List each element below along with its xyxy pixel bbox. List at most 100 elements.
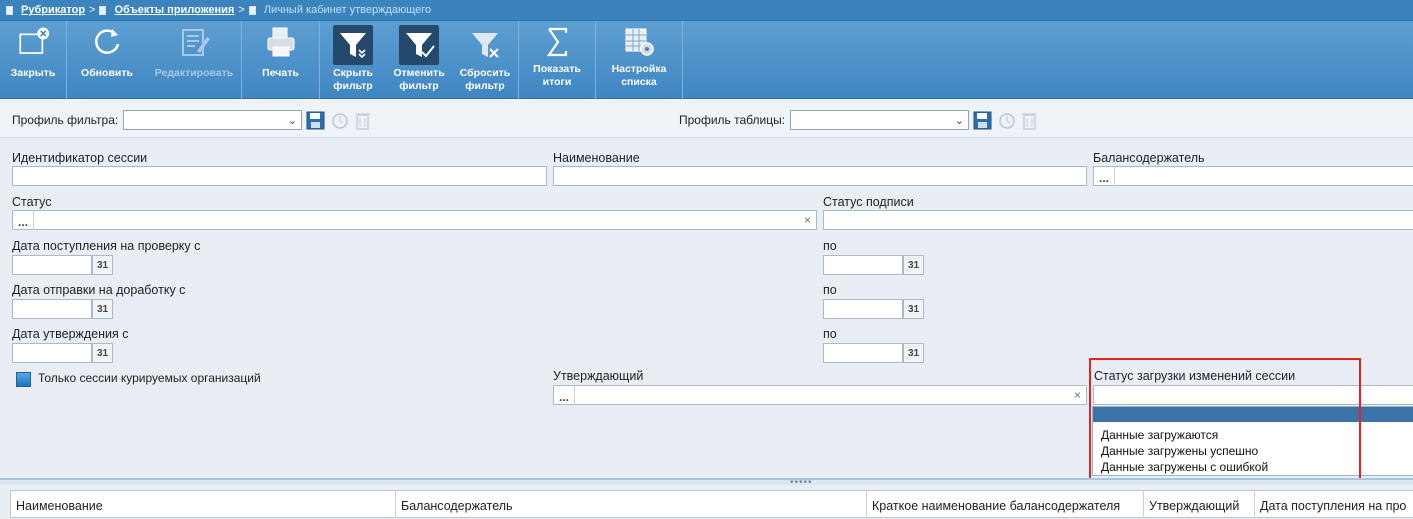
approved-from-date[interactable]: 31: [12, 343, 113, 363]
filter-profile-select[interactable]: ⌄: [123, 110, 302, 130]
calendar-icon[interactable]: 31: [92, 343, 113, 363]
chevron-down-icon[interactable]: ⌄: [288, 114, 297, 127]
received-to-date[interactable]: 31: [823, 255, 924, 275]
reset-filter-button[interactable]: Сбросить фильтр: [452, 21, 518, 99]
sigma-icon: [540, 25, 574, 59]
save-table-profile-icon[interactable]: [973, 110, 992, 130]
refresh-icon: [90, 25, 124, 59]
print-button[interactable]: Печать: [242, 21, 319, 99]
breadcrumb-current: Личный кабинет утверждающего: [263, 4, 432, 16]
sent-back-to-date[interactable]: 31: [823, 299, 924, 319]
approved-to-field[interactable]: [823, 343, 903, 363]
name-input[interactable]: [553, 166, 1087, 186]
sent-back-from-label: Дата отправки на доработку с: [12, 283, 186, 297]
approved-from-field[interactable]: [12, 343, 92, 363]
list-settings-button[interactable]: Настройка списка: [596, 21, 682, 99]
breadcrumb-link-app-objects[interactable]: Объекты приложения: [114, 4, 234, 16]
close-button[interactable]: Закрыть: [0, 21, 66, 99]
cancel-filter-icon: [399, 25, 439, 65]
toolbar-group-filter: Скрыть фильтр Отменить фильтр Сбросить ф…: [320, 21, 519, 99]
column-header-holder[interactable]: Балансодержатель: [396, 491, 867, 518]
delete-filter-profile-icon[interactable]: [353, 110, 372, 130]
sign-status-input[interactable]: [823, 210, 1413, 230]
refresh-button-label: Обновить: [81, 67, 133, 79]
toolbar-group-print: Печать: [242, 21, 320, 99]
reset-filter-label-1: Сбросить: [459, 67, 511, 79]
session-id-input[interactable]: [12, 166, 547, 186]
edit-icon: [177, 25, 211, 59]
sent-back-to-field[interactable]: [823, 299, 903, 319]
column-header-received-date[interactable]: Дата поступления на про: [1255, 491, 1413, 518]
restore-filter-profile-icon[interactable]: [330, 110, 349, 130]
breadcrumb-link-rubricator[interactable]: Рубрикатор: [21, 4, 85, 16]
toolbar-group-totals: Показать итоги: [519, 21, 596, 99]
calendar-icon[interactable]: 31: [92, 299, 113, 319]
chevron-down-icon[interactable]: ⌄: [955, 114, 964, 127]
approved-to-date[interactable]: 31: [823, 343, 924, 363]
table-profile-label: Профиль таблицы:: [679, 113, 786, 127]
document-icon: [99, 5, 107, 15]
hide-filter-icon: [333, 25, 373, 65]
reset-filter-label-2: фильтр: [465, 80, 505, 92]
toolbar-group-settings: Настройка списка: [596, 21, 683, 99]
list-settings-label-1: Настройка: [611, 63, 667, 75]
delete-table-profile-icon[interactable]: [1020, 110, 1039, 130]
calendar-icon[interactable]: 31: [903, 343, 924, 363]
calendar-icon[interactable]: 31: [903, 255, 924, 275]
received-from-field[interactable]: [12, 255, 92, 275]
holder-lookup-button[interactable]: ...: [1094, 167, 1115, 186]
table-profile-select[interactable]: ⌄: [790, 110, 969, 130]
refresh-button[interactable]: Обновить: [67, 21, 147, 99]
approver-lookup[interactable]: ... ×: [553, 385, 1087, 405]
profiles-bar: Профиль фильтра: ⌄ Профиль таблицы: ⌄: [0, 99, 1413, 138]
hide-filter-label-2: фильтр: [333, 80, 373, 92]
sign-status-label: Статус подписи: [823, 195, 914, 209]
only-curated-checkbox[interactable]: [16, 372, 31, 387]
breadcrumb: Рубрикатор > Объекты приложения > Личный…: [0, 0, 1413, 21]
hide-filter-button[interactable]: Скрыть фильтр: [320, 21, 386, 99]
status-lookup[interactable]: ... ×: [12, 210, 817, 230]
breadcrumb-separator: >: [238, 4, 245, 16]
filter-panel: Идентификатор сессии Наименование Баланс…: [0, 138, 1413, 486]
column-header-approver[interactable]: Утверждающий: [1144, 491, 1255, 518]
cancel-filter-button[interactable]: Отменить фильтр: [386, 21, 452, 99]
only-curated-label: Только сессии курируемых организаций: [38, 371, 261, 385]
hide-filter-label-1: Скрыть: [333, 67, 373, 79]
clear-icon[interactable]: ×: [804, 213, 811, 227]
name-label: Наименование: [553, 151, 640, 165]
panel-splitter[interactable]: •••••: [0, 477, 1413, 488]
clear-icon[interactable]: ×: [1074, 388, 1081, 402]
received-from-label: Дата поступления на проверку с: [12, 239, 201, 253]
results-grid: Наименование Балансодержатель Краткое на…: [0, 485, 1413, 519]
restore-table-profile-icon[interactable]: [997, 110, 1016, 130]
sent-back-from-field[interactable]: [12, 299, 92, 319]
show-totals-button[interactable]: Показать итоги: [519, 21, 595, 99]
show-totals-label-2: итоги: [542, 76, 572, 88]
approved-to-label: по: [823, 327, 837, 341]
status-label: Статус: [12, 195, 52, 209]
holder-lookup[interactable]: ...: [1093, 166, 1413, 186]
highlight-frame: [1089, 358, 1361, 486]
column-header-holder-short[interactable]: Краткое наименование балансодержателя: [867, 491, 1144, 518]
toolbar-group-edit: Обновить Редактировать: [67, 21, 242, 99]
document-icon: [248, 5, 256, 15]
calendar-icon[interactable]: 31: [92, 255, 113, 275]
breadcrumb-separator: >: [89, 4, 96, 16]
status-lookup-button[interactable]: ...: [13, 211, 34, 230]
edit-button[interactable]: Редактировать: [147, 21, 241, 99]
printer-icon: [264, 25, 298, 59]
sent-back-from-date[interactable]: 31: [12, 299, 113, 319]
approver-lookup-button[interactable]: ...: [554, 386, 575, 405]
session-id-label: Идентификатор сессии: [12, 151, 148, 165]
received-to-field[interactable]: [823, 255, 903, 275]
list-settings-label-2: списка: [621, 76, 657, 88]
save-filter-profile-icon[interactable]: [306, 110, 325, 130]
cancel-filter-label-1: Отменить: [393, 67, 445, 79]
calendar-icon[interactable]: 31: [903, 299, 924, 319]
print-button-label: Печать: [262, 67, 299, 79]
app-window: { "breadcrumb": { "items": ["Рубрикатор"…: [0, 0, 1413, 519]
sent-back-to-label: по: [823, 283, 837, 297]
received-from-date[interactable]: 31: [12, 255, 113, 275]
column-header-name[interactable]: Наименование: [11, 491, 396, 518]
reset-filter-icon: [465, 25, 505, 65]
